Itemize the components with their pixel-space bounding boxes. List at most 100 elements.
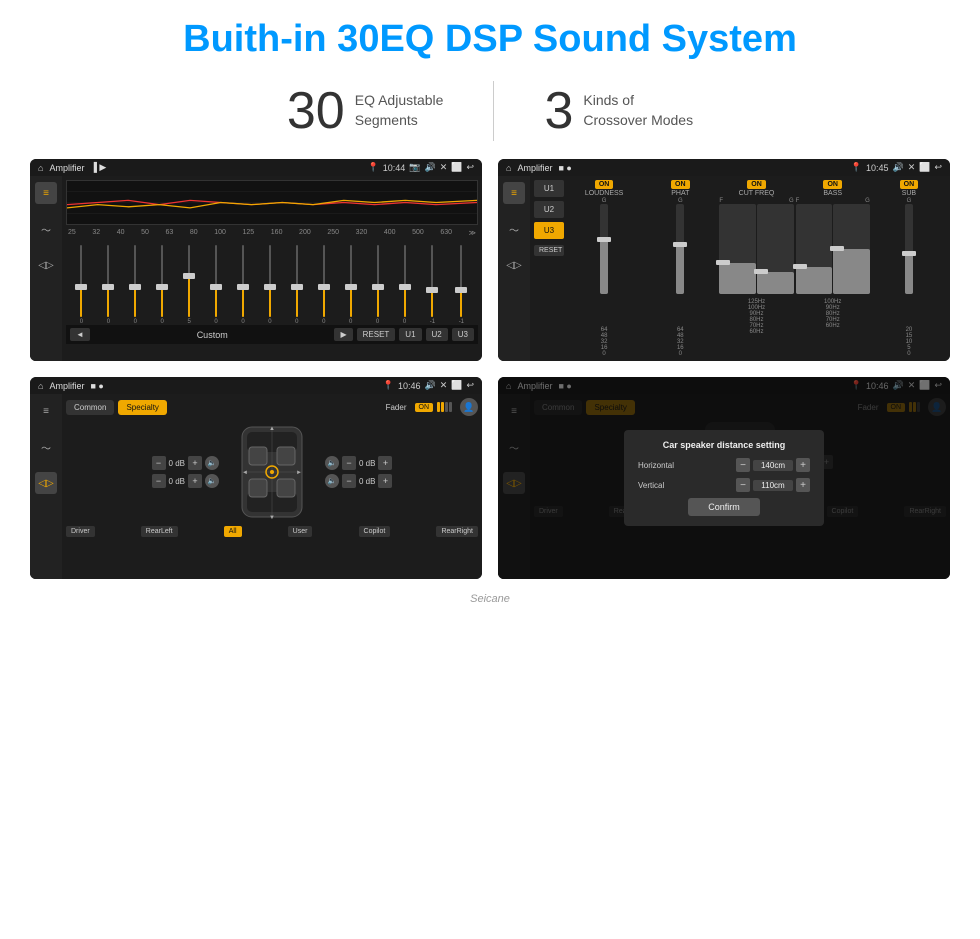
left-bot-minus[interactable]: −	[152, 474, 166, 488]
fader-toggle[interactable]: ON	[415, 403, 434, 412]
eq-freq-labels: 2532405063 80100125160200 25032040050063…	[66, 229, 478, 237]
loudness-toggle[interactable]: ON	[595, 180, 614, 189]
right-top-minus[interactable]: −	[342, 456, 356, 470]
prev-btn[interactable]: ◄	[70, 328, 90, 341]
cutfreq-slider-g[interactable]	[757, 204, 794, 294]
slider-5[interactable]: 5	[187, 245, 190, 325]
vol-side-2[interactable]: ◁▷	[503, 254, 525, 276]
left-bot-plus[interactable]: +	[188, 474, 202, 488]
home-icon-2[interactable]: ⌂	[506, 163, 511, 173]
u2-btn[interactable]: U2	[426, 328, 448, 341]
slider-10[interactable]: 0	[322, 245, 325, 325]
window-icon[interactable]: ⬜	[451, 162, 462, 173]
slider-12[interactable]: 0	[376, 245, 379, 325]
slider-7[interactable]: 0	[241, 245, 244, 325]
slider-13[interactable]: 0	[403, 245, 406, 325]
vertical-plus[interactable]: +	[796, 478, 810, 492]
stat2-number: 3	[544, 81, 573, 141]
back-icon-2[interactable]: ↩	[934, 162, 942, 173]
u3-preset[interactable]: U3	[534, 222, 564, 239]
left-top-minus[interactable]: −	[152, 456, 166, 470]
slider-8[interactable]: 0	[268, 245, 271, 325]
back-icon-3[interactable]: ↩	[466, 380, 474, 391]
all-btn[interactable]: All	[224, 526, 242, 537]
sub-toggle[interactable]: ON	[900, 180, 919, 189]
driver-btn[interactable]: Driver	[66, 526, 95, 537]
left-top-plus[interactable]: +	[188, 456, 202, 470]
loudness-slider[interactable]	[600, 204, 608, 294]
eq-bottom-bar: ◄ Custom ▶ RESET U1 U2 U3	[66, 325, 478, 344]
close-icon-3[interactable]: ✕	[440, 380, 448, 391]
bass-slider-g[interactable]	[833, 204, 870, 294]
wave-icon-2[interactable]: 〜	[503, 218, 525, 240]
svg-text:▼: ▼	[269, 515, 275, 521]
slider-15[interactable]: -1	[459, 245, 464, 325]
window-icon-2[interactable]: ⬜	[919, 162, 930, 173]
slider-14[interactable]: -1	[430, 245, 435, 325]
right-top-plus[interactable]: +	[378, 456, 392, 470]
slider-6[interactable]: 0	[214, 245, 217, 325]
speaker-icon-lb: 🔈	[205, 474, 219, 488]
home-icon[interactable]: ⌂	[38, 163, 43, 173]
phat-toggle[interactable]: ON	[671, 180, 690, 189]
slider-3[interactable]: 0	[134, 245, 137, 325]
slider-2[interactable]: 0	[107, 245, 110, 325]
screenshots-grid: ⌂ Amplifier ▐ ▶ 📍 10:44 📷 🔊 ✕ ⬜ ↩ ≡ 〜 ◁▷	[0, 159, 980, 589]
slider-1[interactable]: 0	[80, 245, 83, 325]
cutfreq-toggle[interactable]: ON	[747, 180, 766, 189]
u1-preset[interactable]: U1	[534, 180, 564, 197]
vol-icon[interactable]: ◁▷	[35, 254, 57, 276]
window-icon-3[interactable]: ⬜	[451, 380, 462, 391]
specialty-tab[interactable]: Specialty	[118, 400, 166, 415]
wave-icon[interactable]: 〜	[35, 218, 57, 240]
back-icon[interactable]: ↩	[466, 162, 474, 173]
slider-11[interactable]: 0	[349, 245, 352, 325]
band-cutfreq: ON CUT FREQ FG	[719, 180, 793, 357]
u2-preset[interactable]: U2	[534, 201, 564, 218]
copilot-btn[interactable]: Copilot	[359, 526, 391, 537]
u3-btn[interactable]: U3	[452, 328, 474, 341]
horizontal-minus[interactable]: −	[736, 458, 750, 472]
vol-icon-3: 🔊	[424, 380, 435, 391]
rearleft-btn[interactable]: RearLeft	[141, 526, 178, 537]
screen3-body: ≡ 〜 ◁▷ Common Specialty Fader ON 👤	[30, 394, 482, 579]
location-icon-2: 📍	[851, 162, 862, 173]
vertical-minus[interactable]: −	[736, 478, 750, 492]
confirm-button[interactable]: Confirm	[688, 498, 760, 516]
crossover-band-cols: ON LOUDNESS G 644832160 ON	[567, 180, 946, 357]
eq-icon[interactable]: ≡	[35, 182, 57, 204]
right-bot-plus[interactable]: +	[378, 474, 392, 488]
common-tab[interactable]: Common	[66, 400, 114, 415]
location-icon-3: 📍	[383, 380, 394, 391]
user-btn[interactable]: User	[288, 526, 313, 537]
play-icon: ▐ ▶	[90, 162, 106, 173]
screen3-sidebar: ≡ 〜 ◁▷	[30, 394, 62, 579]
phat-slider[interactable]	[676, 204, 684, 294]
next-btn[interactable]: ▶	[334, 328, 352, 341]
reset-crossover[interactable]: RESET	[534, 245, 564, 256]
speaker-icon-rb: 🔈	[325, 474, 339, 488]
stat2-desc: Kinds of Crossover Modes	[583, 91, 693, 130]
close-icon[interactable]: ✕	[440, 162, 448, 173]
bass-slider-f[interactable]	[796, 204, 833, 294]
eq-icon-3[interactable]: ≡	[35, 400, 57, 422]
rearright-btn[interactable]: RearRight	[436, 526, 478, 537]
eq-icon-2[interactable]: ≡	[503, 182, 525, 204]
u1-btn[interactable]: U1	[399, 328, 421, 341]
reset-btn[interactable]: RESET	[357, 328, 396, 341]
slider-4[interactable]: 0	[161, 245, 164, 325]
vertical-row: Vertical − 110cm +	[638, 478, 810, 492]
vol-side-3[interactable]: ◁▷	[35, 472, 57, 494]
bass-toggle[interactable]: ON	[823, 180, 842, 189]
slider-9[interactable]: 0	[295, 245, 298, 325]
close-icon-2[interactable]: ✕	[908, 162, 916, 173]
horizontal-plus[interactable]: +	[796, 458, 810, 472]
wave-icon-3[interactable]: 〜	[35, 436, 57, 458]
right-bot-minus[interactable]: −	[342, 474, 356, 488]
dialog-title: Car speaker distance setting	[638, 440, 810, 450]
sub-slider[interactable]	[905, 204, 913, 294]
cutfreq-slider-f[interactable]	[719, 204, 756, 294]
home-icon-3[interactable]: ⌂	[38, 381, 43, 391]
distance-dialog-overlay: Car speaker distance setting Horizontal …	[498, 377, 950, 579]
eq-sliders: 0 0 0 0 5	[66, 240, 478, 325]
